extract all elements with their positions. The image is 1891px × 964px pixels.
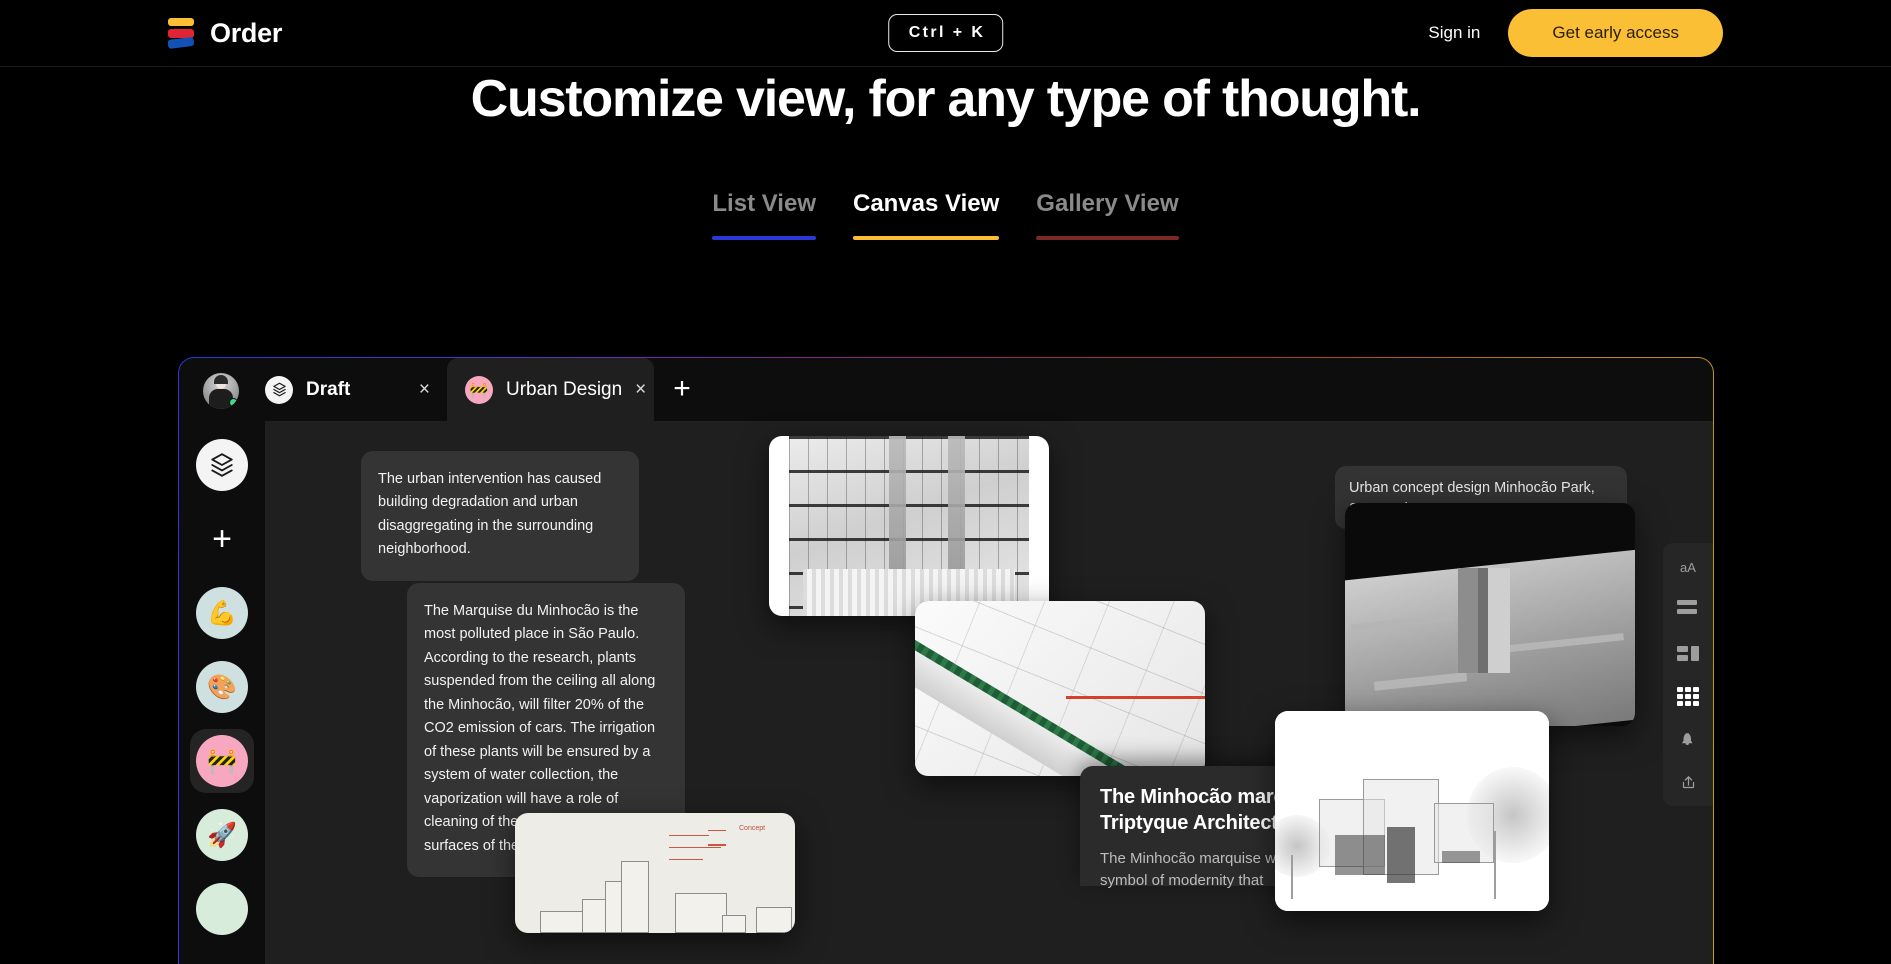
tab-canvas-view[interactable]: Canvas View	[853, 190, 999, 256]
rocket-icon[interactable]	[1677, 729, 1699, 749]
app-tab-strip: Draft × 🚧 Urban Design × +	[179, 358, 1713, 421]
rocket-emoji-icon: 🚀	[207, 821, 237, 850]
command-palette-shortcut[interactable]: Ctrl + K	[888, 14, 1004, 52]
page-title: Customize view, for any type of thought.	[0, 69, 1891, 129]
app-tab-draft-label: Draft	[306, 379, 350, 401]
sidebar-item-palette[interactable]: 🎨	[196, 661, 248, 713]
palette-emoji-icon: 🎨	[207, 673, 237, 702]
layers-icon	[265, 376, 293, 404]
app-window: Draft × 🚧 Urban Design × + + 💪 🎨 🚧	[178, 357, 1714, 964]
online-status-dot	[229, 398, 238, 407]
image-card-architectural-model[interactable]	[1345, 503, 1635, 726]
app-tab-urban-design-label: Urban Design	[506, 379, 622, 401]
sidebar-home-layers-icon[interactable]	[196, 439, 248, 491]
tab-list-view-label: List View	[712, 190, 816, 218]
tab-gallery-view-label: Gallery View	[1036, 190, 1178, 218]
construction-emoji-icon: 🚧	[465, 376, 493, 404]
tab-gallery-view-underline	[1036, 236, 1178, 240]
view-tabs: List View Canvas View Gallery View	[0, 190, 1891, 256]
new-tab-button[interactable]: +	[667, 375, 697, 405]
order-logo-icon	[168, 16, 196, 50]
app-sidebar: + 💪 🎨 🚧 🚀	[179, 421, 265, 964]
sidebar-item-muscle[interactable]: 💪	[196, 587, 248, 639]
image-card-section-drawing[interactable]	[769, 436, 1049, 616]
image-card-perspective-drawing[interactable]	[1275, 711, 1549, 911]
canvas-right-toolbar: aA	[1663, 543, 1713, 806]
tab-gallery-view[interactable]: Gallery View	[1036, 190, 1178, 256]
sidebar-item-rocket[interactable]: 🚀	[196, 809, 248, 861]
construction-emoji-icon: 🚧	[207, 747, 237, 776]
sign-in-link[interactable]: Sign in	[1428, 23, 1480, 43]
sidebar-item-construction[interactable]: 🚧	[190, 729, 254, 793]
top-navigation-bar: Order Ctrl + K Sign in Get early access	[0, 0, 1891, 67]
canvas-area[interactable]: The urban intervention has caused buildi…	[265, 421, 1713, 964]
tab-list-view[interactable]: List View	[712, 190, 816, 256]
close-icon[interactable]: ×	[419, 380, 430, 399]
brand-logo-group[interactable]: Order	[168, 16, 282, 50]
image-card-hand-sketch[interactable]: Concept	[515, 813, 795, 933]
image-card-urban-model-photo[interactable]	[915, 601, 1205, 776]
share-icon[interactable]	[1677, 772, 1699, 792]
split-layout-icon[interactable]	[1677, 643, 1699, 663]
list-rows-icon[interactable]	[1677, 600, 1699, 620]
sidebar-item-next[interactable]	[196, 883, 248, 935]
text-size-icon[interactable]: aA	[1677, 557, 1699, 577]
grid-icon[interactable]	[1677, 686, 1699, 706]
app-tab-draft[interactable]: Draft ×	[247, 358, 447, 421]
tab-canvas-view-underline	[853, 236, 999, 240]
muscle-emoji-icon: 💪	[207, 599, 237, 628]
brand-name: Order	[210, 18, 282, 49]
tab-list-view-underline	[712, 236, 816, 240]
user-avatar[interactable]	[203, 373, 239, 409]
close-icon[interactable]: ×	[635, 380, 646, 399]
app-tab-urban-design[interactable]: 🚧 Urban Design ×	[447, 358, 654, 421]
sidebar-add-button[interactable]: +	[196, 513, 248, 565]
get-early-access-button[interactable]: Get early access	[1508, 9, 1723, 57]
note-card[interactable]: The urban intervention has caused buildi…	[361, 451, 639, 581]
nav-right-group: Sign in Get early access	[1428, 9, 1723, 57]
tab-canvas-view-label: Canvas View	[853, 190, 999, 218]
plus-icon: +	[212, 522, 232, 556]
